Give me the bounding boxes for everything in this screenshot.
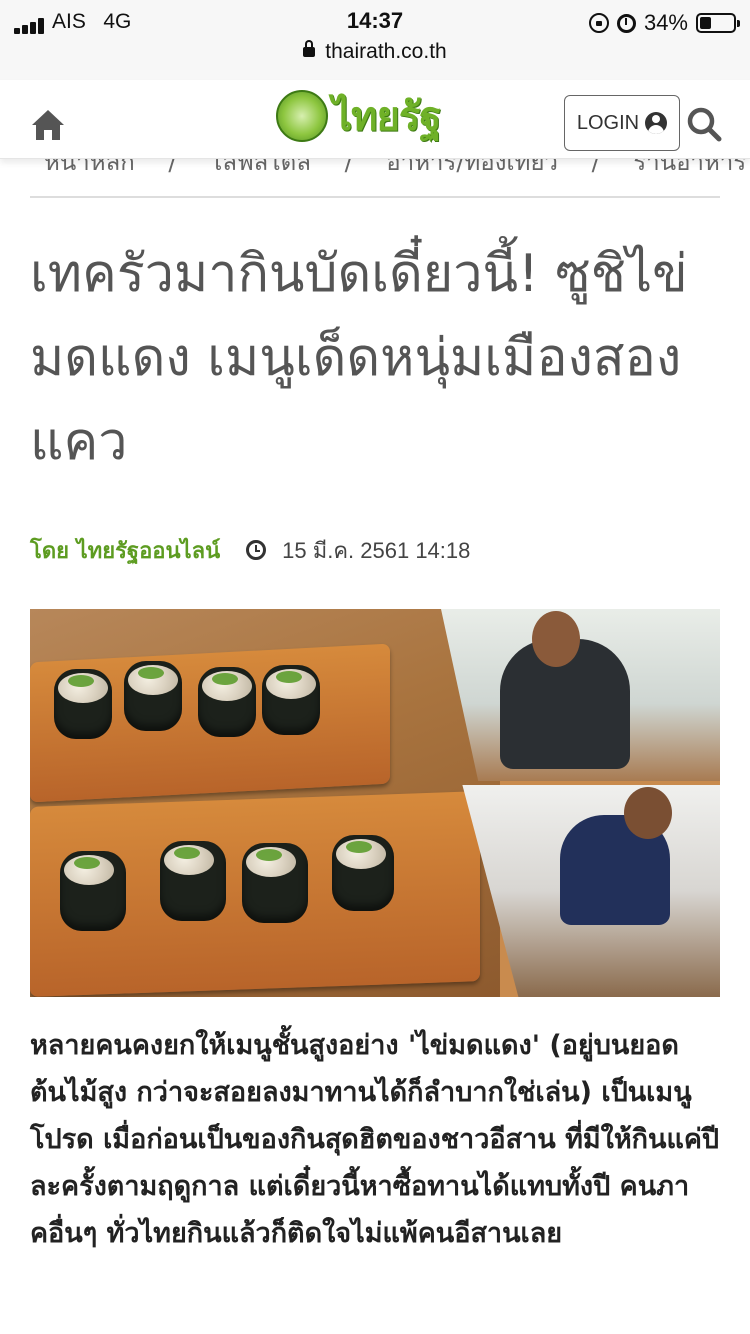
status-bar: AIS 4G 14:37 34% thairath.co.th <box>0 0 750 80</box>
article-date: 15 มี.ค. 2561 14:18 <box>282 537 471 563</box>
article-byline: โดย ไทยรัฐออนไลน์ 15 มี.ค. 2561 14:18 <box>30 534 470 566</box>
site-header: ไทยรัฐ LOGIN <box>0 80 750 159</box>
site-logo[interactable]: ไทยรัฐ <box>276 88 476 144</box>
article-body: หลายคนคงยกให้เมนูชั้นสูงอย่าง 'ไข่มดแดง'… <box>30 1030 720 1249</box>
home-icon[interactable] <box>30 108 66 142</box>
article-title: เทครัวมากินบัดเดี๋ยวนี้! ซูชิไข่มดแดง เม… <box>30 244 688 472</box>
article-image[interactable] <box>30 609 720 997</box>
lock-icon <box>303 40 316 58</box>
alarm-icon <box>616 13 636 33</box>
article-author[interactable]: โดย ไทยรัฐออนไลน์ <box>30 533 220 568</box>
url-text: thairath.co.th <box>325 40 447 63</box>
logo-seal-icon <box>276 90 328 142</box>
breadcrumb-divider <box>30 196 720 198</box>
clock-icon <box>246 540 267 560</box>
battery-icon <box>696 13 740 33</box>
user-icon <box>645 112 668 134</box>
address-bar[interactable]: thairath.co.th <box>0 40 750 70</box>
search-icon[interactable] <box>686 106 722 142</box>
battery-percent: 34% <box>643 10 688 35</box>
login-label: LOGIN <box>576 111 640 134</box>
rotation-lock-icon <box>588 13 609 33</box>
login-button[interactable]: LOGIN <box>564 95 680 151</box>
sushi-photo <box>30 609 500 997</box>
status-right-icons: 34% <box>588 8 740 38</box>
logo-text: ไทยรัฐ <box>332 93 441 140</box>
